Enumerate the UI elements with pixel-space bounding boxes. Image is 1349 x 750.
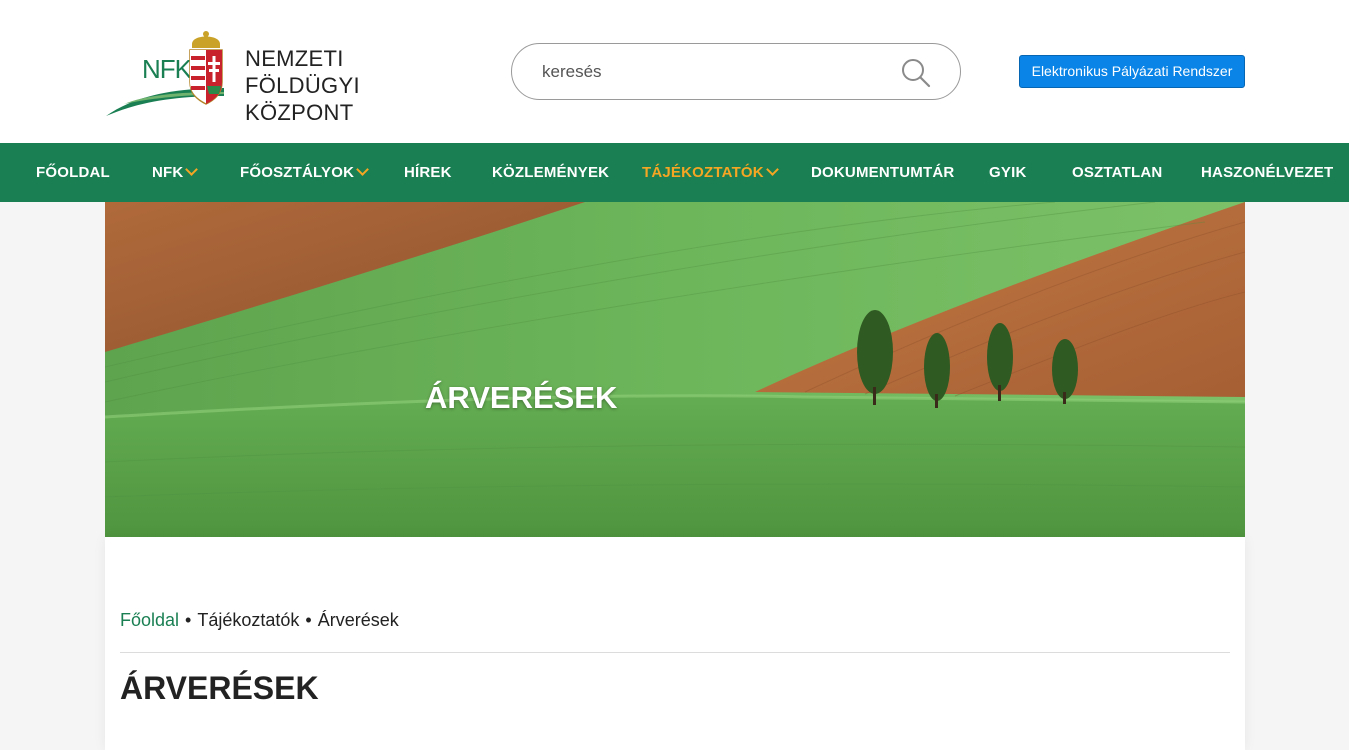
chevron-down-icon <box>356 163 370 176</box>
logo-line-2: FÖLDÜGYI KÖZPONT <box>245 73 360 125</box>
nav-item-nfk[interactable]: NFK <box>152 143 199 202</box>
nav-item-osztatlan[interactable]: OSZTATLAN <box>1072 143 1162 202</box>
site-logo[interactable]: NFK NEMZETI FÖLDÜGYI KÖZPONT <box>104 26 464 125</box>
search-input[interactable] <box>542 58 902 86</box>
nav-item-label: NFK <box>152 164 184 181</box>
nav-item-foosztalyok[interactable]: FŐOSZTÁLYOK <box>240 143 370 202</box>
breadcrumb: Főoldal • Tájékoztatók • Árverések <box>120 610 399 631</box>
hero-banner: ÁRVERÉSEK <box>105 202 1245 537</box>
nav-item-label: OSZTATLAN <box>1072 164 1163 181</box>
breadcrumb-separator: • <box>305 610 312 630</box>
breadcrumb-tajekoztatok-link[interactable]: Tájékoztatók <box>197 610 299 630</box>
breadcrumb-separator: • <box>185 610 192 630</box>
main-nav: FŐOLDAL NFK FŐOSZTÁLYOK HÍREK KÖZLEMÉNYE… <box>0 143 1349 202</box>
site-header: NFK NEMZETI FÖLDÜGYI KÖZPONT keresés Ele… <box>0 0 1349 143</box>
divider <box>120 652 1230 653</box>
nav-item-label: TÁJÉKOZTATÓK <box>642 164 764 181</box>
nav-item-label: DOKUMENTUMTÁR <box>811 164 955 181</box>
breadcrumb-current: Árverések <box>317 610 399 630</box>
nav-item-label: KÖZLEMÉNYEK <box>492 164 610 181</box>
nav-item-dokumentumtar[interactable]: DOKUMENTUMTÁR <box>811 143 954 202</box>
nav-item-fooldal[interactable]: FŐOLDAL <box>36 143 110 202</box>
nav-item-label: GYIK <box>989 164 1027 181</box>
hero-title: ÁRVERÉSEK <box>425 380 618 415</box>
chevron-down-icon <box>765 163 779 176</box>
nav-item-gyik[interactable]: GYIK <box>989 143 1026 202</box>
search-box <box>511 43 961 100</box>
page-title: ÁRVERÉSEK <box>120 670 319 706</box>
epr-button[interactable]: Elektronikus Pályázati Rendszer <box>1019 55 1245 88</box>
nav-item-label: FŐOSZTÁLYOK <box>240 164 355 181</box>
hero-field-image <box>105 202 1245 537</box>
nfk-logo-icon: NFK <box>106 31 224 116</box>
svg-text:NFK: NFK <box>142 54 193 84</box>
logo-text: NEMZETI FÖLDÜGYI KÖZPONT <box>245 45 464 126</box>
nav-item-tajekoztatok[interactable]: TÁJÉKOZTATÓK <box>642 143 779 202</box>
nav-item-hirek[interactable]: HÍREK <box>404 143 452 202</box>
nav-item-label: HÍREK <box>404 164 452 181</box>
breadcrumb-home-link[interactable]: Főoldal <box>120 610 179 630</box>
chevron-down-icon <box>185 163 199 176</box>
search-icon[interactable] <box>900 57 932 89</box>
logo-line-1: NEMZETI <box>245 46 344 71</box>
nav-item-haszonelvezet[interactable]: HASZONÉLVEZET <box>1201 143 1333 202</box>
main-content: Főoldal • Tájékoztatók • Árverések ÁRVERÉSEK <box>105 537 1245 750</box>
nav-item-label: FŐOLDAL <box>36 164 110 181</box>
nav-item-label: HASZONÉLVEZET <box>1201 164 1334 181</box>
nav-item-kozlemenyek[interactable]: KÖZLEMÉNYEK <box>492 143 609 202</box>
